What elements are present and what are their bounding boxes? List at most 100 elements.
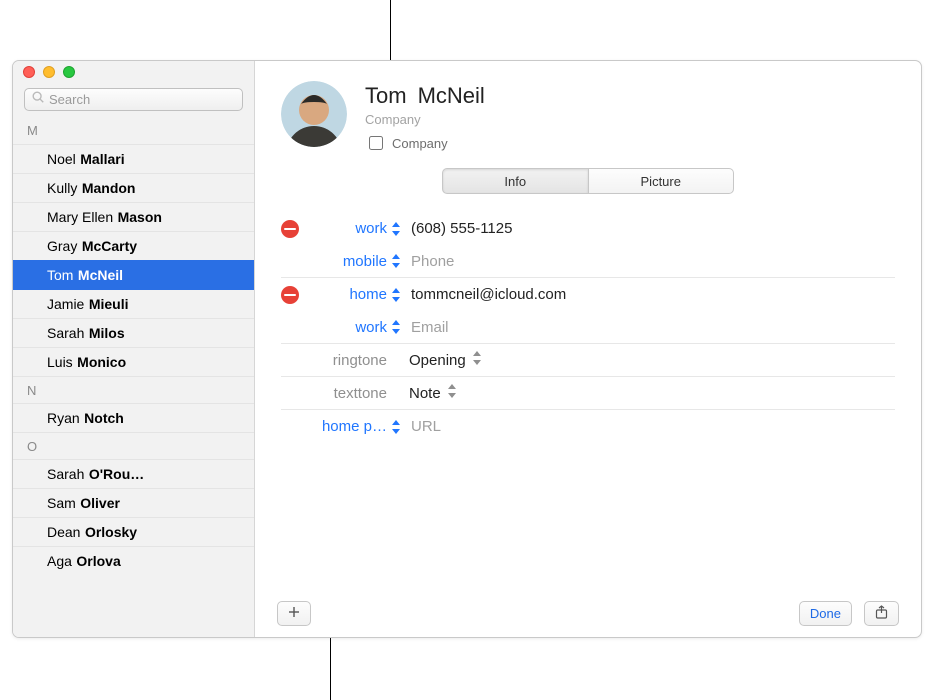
url-input[interactable] <box>409 417 887 436</box>
field-label-selector[interactable]: mobile <box>303 253 391 270</box>
add-field-button[interactable] <box>277 601 311 626</box>
contact-last-name: McCarty <box>82 232 137 261</box>
contact-list-item[interactable]: TomMcNeil <box>13 260 254 289</box>
stepper-icon <box>447 384 457 402</box>
company-checkbox-row[interactable]: Company <box>365 133 895 153</box>
field-label-selector: ringtone <box>303 352 391 369</box>
texttone-picker[interactable]: Note <box>409 384 887 402</box>
field-row-ringtone: ringtone Opening <box>281 344 895 377</box>
contact-list-item[interactable]: RyanNotch <box>13 403 254 432</box>
contact-name[interactable]: Tom McNeil <box>365 83 895 109</box>
contact-last-name: Orlova <box>76 547 120 576</box>
contact-list-item[interactable]: NoelMallari <box>13 144 254 173</box>
stepper-icon[interactable] <box>391 288 409 302</box>
contact-last-name: Mallari <box>80 145 124 174</box>
remove-field-button[interactable] <box>281 220 299 238</box>
contact-list-item[interactable]: AgaOrlova <box>13 546 254 575</box>
contact-list-item[interactable]: GrayMcCarty <box>13 231 254 260</box>
field-row-email: home <box>281 278 895 311</box>
contact-list-item[interactable]: SamOliver <box>13 488 254 517</box>
contact-list-item[interactable]: LuisMonico <box>13 347 254 376</box>
window-close-button[interactable] <box>23 66 35 78</box>
contact-list-item[interactable]: Mary EllenMason <box>13 202 254 231</box>
plus-icon <box>288 606 300 621</box>
detail-footer: Done <box>255 589 921 637</box>
email-input[interactable] <box>409 318 887 337</box>
tab-picture-label: Picture <box>641 174 681 189</box>
field-row-url: home p… <box>281 410 895 443</box>
contact-last-name[interactable]: McNeil <box>418 83 485 108</box>
contact-first-name: Gray <box>47 232 77 261</box>
search-input[interactable] <box>45 92 236 107</box>
stepper-icon[interactable] <box>391 222 409 236</box>
contact-last-name: Milos <box>89 319 125 348</box>
contact-first-name: Sam <box>47 489 76 518</box>
window-zoom-button[interactable] <box>63 66 75 78</box>
company-checkbox[interactable] <box>369 136 383 150</box>
field-row-email: work <box>281 311 895 344</box>
company-checkbox-label: Company <box>392 136 448 151</box>
contact-list-item[interactable]: SarahMilos <box>13 318 254 347</box>
share-icon <box>875 605 888 622</box>
group-header: N <box>13 376 254 403</box>
contact-last-name: McNeil <box>78 261 123 290</box>
email-input[interactable] <box>409 285 887 304</box>
field-label-selector[interactable]: work <box>303 319 391 336</box>
search-icon <box>31 90 45 109</box>
done-button-label: Done <box>810 606 841 621</box>
phone-input[interactable] <box>409 219 887 238</box>
tab-picture[interactable]: Picture <box>589 168 735 194</box>
contact-list-item[interactable]: SarahO'Rou… <box>13 459 254 488</box>
contact-first-name: Noel <box>47 145 76 174</box>
stepper-icon[interactable] <box>391 420 409 434</box>
picker-value: Note <box>409 385 441 402</box>
contact-first-name: Dean <box>47 518 80 547</box>
contact-first-name: Aga <box>47 547 72 576</box>
detail-tabs: Info Picture <box>442 168 734 194</box>
group-header: O <box>13 432 254 459</box>
stepper-icon <box>472 351 482 369</box>
field-label-selector[interactable]: home p… <box>303 418 391 435</box>
field-row-phone: mobile <box>281 245 895 278</box>
sidebar: MNoelMallariKullyMandonMary EllenMasonGr… <box>13 61 255 637</box>
contact-first-name: Ryan <box>47 404 80 433</box>
stepper-icon[interactable] <box>391 254 409 268</box>
tab-info-label: Info <box>504 174 526 189</box>
contact-last-name: Mason <box>118 203 162 232</box>
contact-first-name: Tom <box>47 261 73 290</box>
field-label-selector[interactable]: work <box>303 220 391 237</box>
avatar[interactable] <box>281 81 347 147</box>
contacts-window: MNoelMallariKullyMandonMary EllenMasonGr… <box>12 60 922 638</box>
share-button[interactable] <box>864 601 899 626</box>
contact-first-name[interactable]: Tom <box>365 83 407 108</box>
field-row-texttone: texttoneNote <box>281 377 895 410</box>
contact-detail: Tom McNeil Company Company Info Picture w… <box>255 61 921 637</box>
company-field-placeholder[interactable]: Company <box>365 112 895 127</box>
contact-header: Tom McNeil Company Company <box>281 81 895 153</box>
contact-fields: work mobile home work ringtone Opening textton… <box>281 212 895 443</box>
done-button[interactable]: Done <box>799 601 852 626</box>
contact-last-name: Oliver <box>80 489 120 518</box>
tab-info[interactable]: Info <box>442 168 589 194</box>
contact-first-name: Sarah <box>47 460 84 489</box>
annotation-line-bottom <box>330 638 331 700</box>
contact-list[interactable]: MNoelMallariKullyMandonMary EllenMasonGr… <box>13 117 254 637</box>
contact-list-item[interactable]: JamieMieuli <box>13 289 254 318</box>
contact-first-name: Luis <box>47 348 73 377</box>
field-label-selector[interactable]: home <box>303 286 391 303</box>
contact-first-name: Mary Ellen <box>47 203 113 232</box>
contact-last-name: Mandon <box>82 174 136 203</box>
contact-list-item[interactable]: DeanOrlosky <box>13 517 254 546</box>
contact-last-name: Mieuli <box>89 290 129 319</box>
phone-input[interactable] <box>409 252 887 271</box>
field-row-phone: work <box>281 212 895 245</box>
stepper-icon[interactable] <box>391 320 409 334</box>
ringtone-picker[interactable]: Opening <box>409 351 887 369</box>
search-field[interactable] <box>24 88 243 111</box>
remove-field-button[interactable] <box>281 286 299 304</box>
contact-first-name: Kully <box>47 174 77 203</box>
window-minimize-button[interactable] <box>43 66 55 78</box>
annotation-line-top <box>390 0 391 60</box>
contact-list-item[interactable]: KullyMandon <box>13 173 254 202</box>
contact-first-name: Sarah <box>47 319 84 348</box>
